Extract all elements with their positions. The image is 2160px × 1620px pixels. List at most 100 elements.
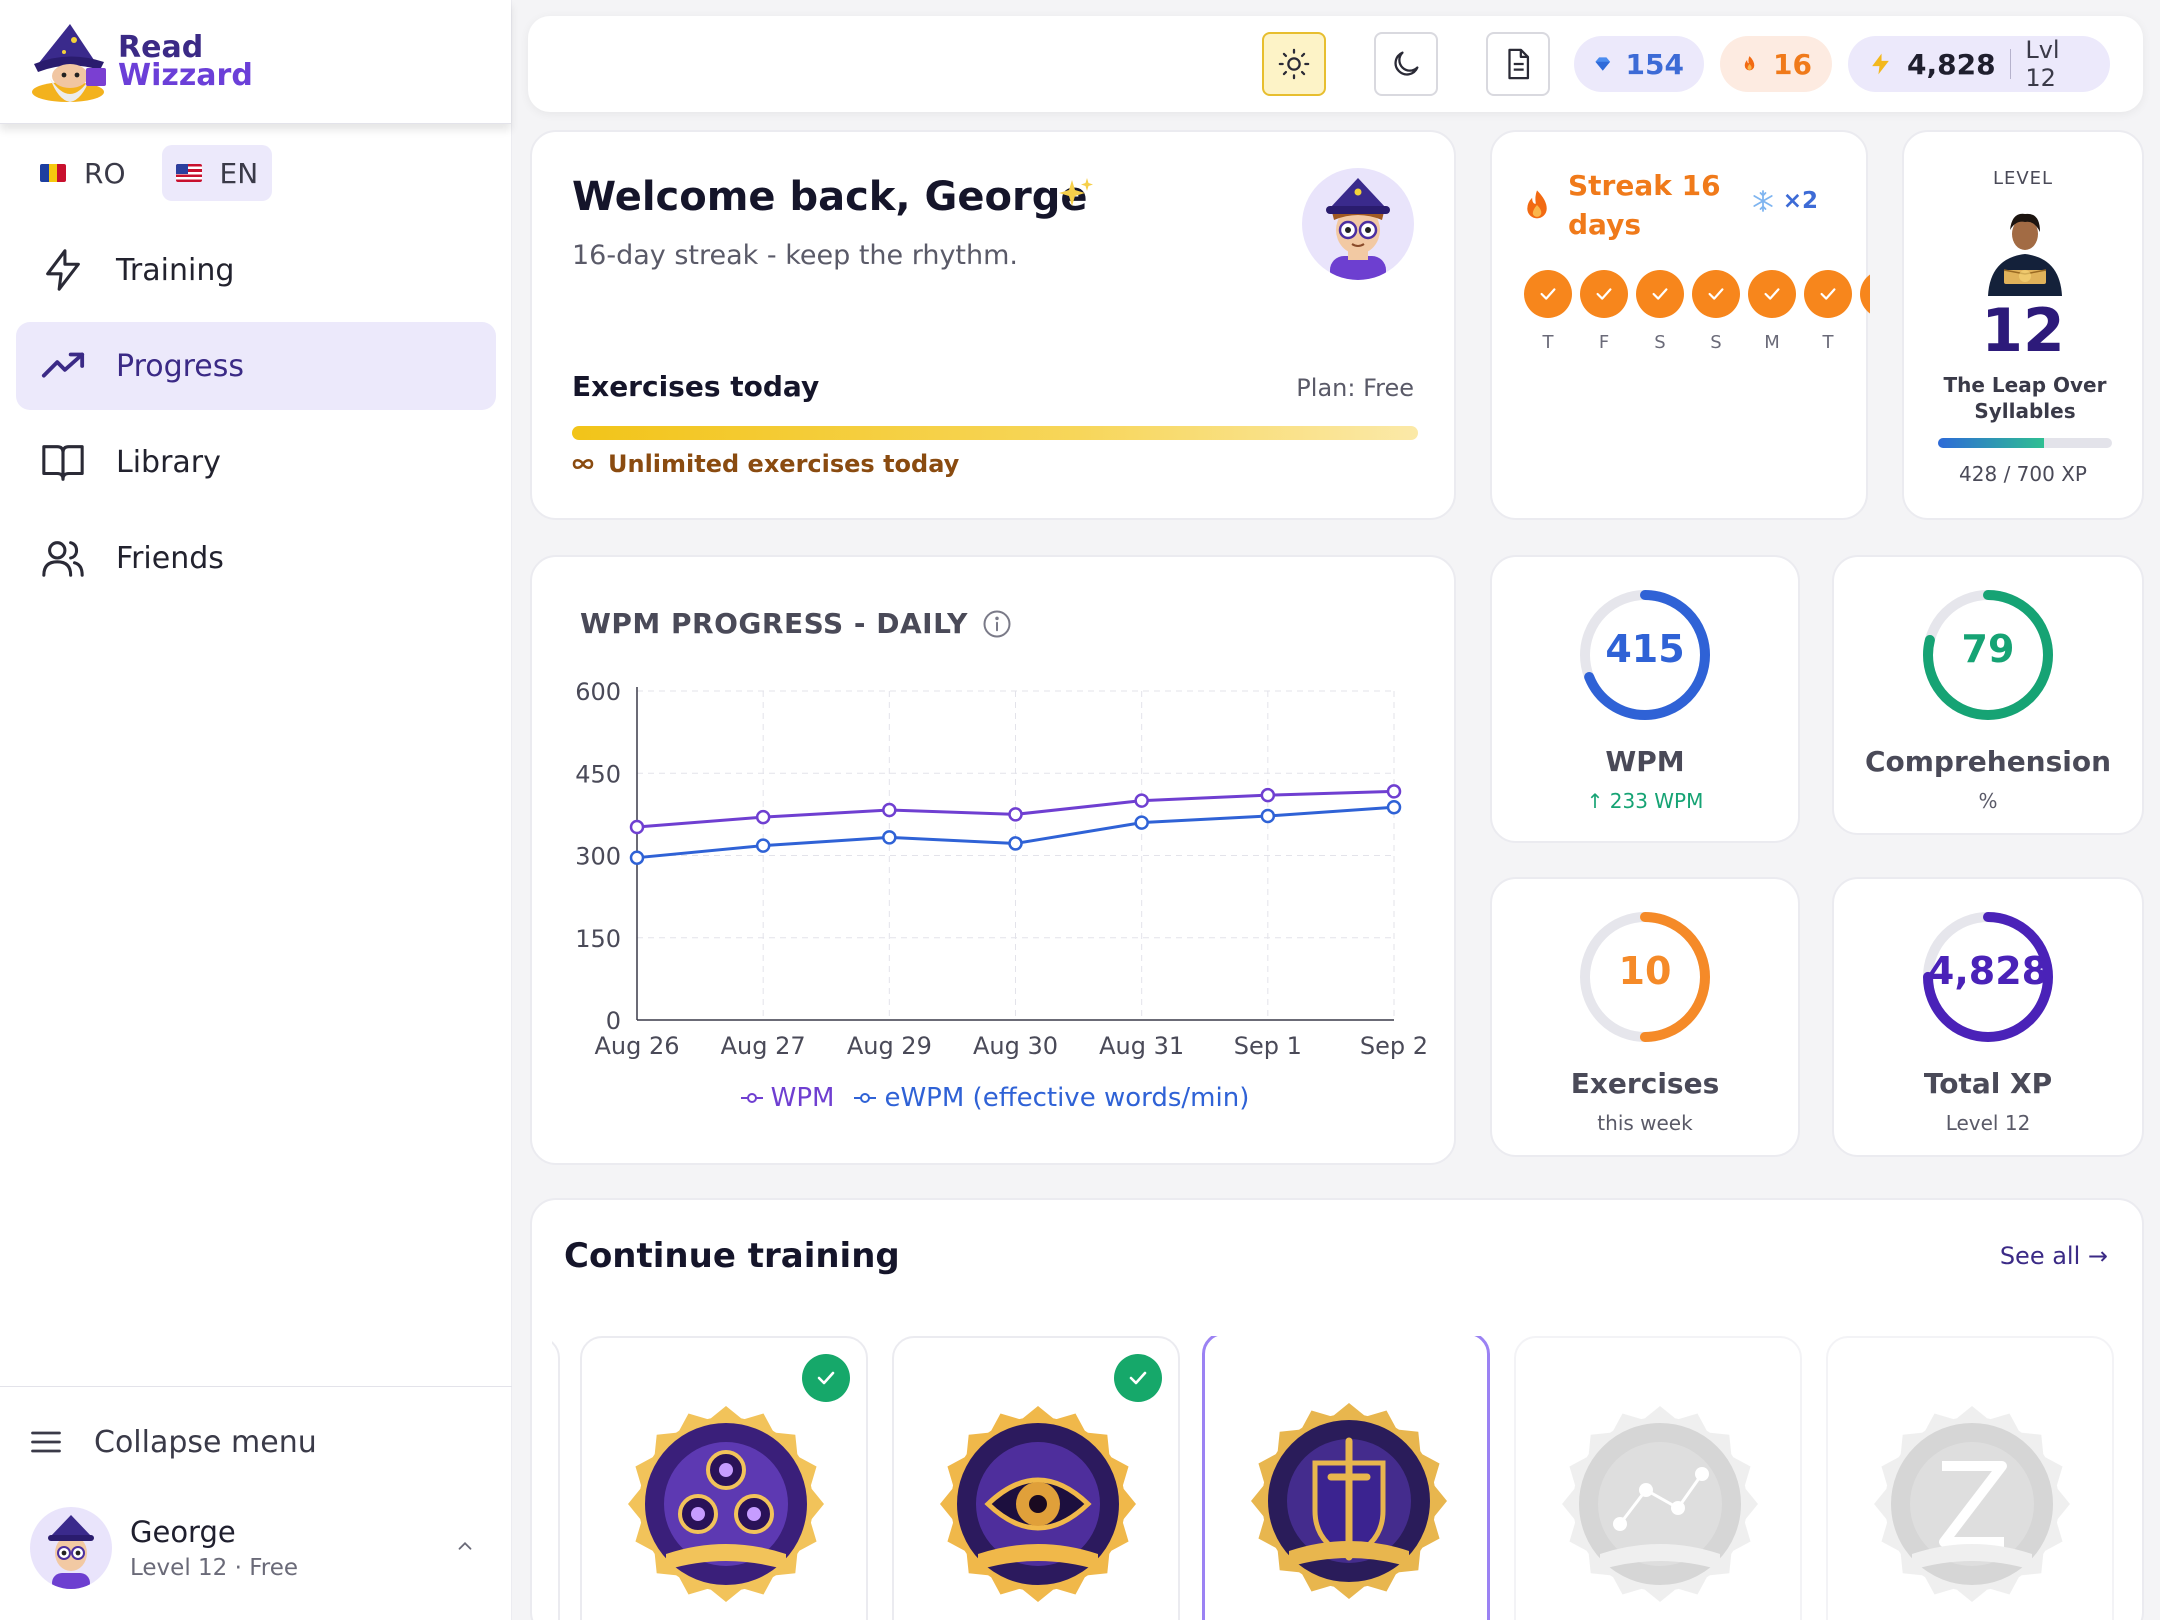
- snowflake-icon: [1753, 190, 1773, 212]
- streak-title: Streak 16 days: [1568, 169, 1721, 242]
- document-icon: [1508, 48, 1530, 80]
- exercises-label: Exercises: [1570, 1067, 1720, 1100]
- streak-day: S: [1636, 270, 1684, 353]
- xp-counter[interactable]: 4,828 Lvl 12: [1848, 36, 2110, 92]
- exercise-tile-4[interactable]: [1514, 1336, 1802, 1620]
- chevron-up-icon[interactable]: [454, 1535, 476, 1557]
- check-icon: [1764, 288, 1780, 300]
- data-point-wpm: [882, 802, 897, 818]
- comprehension-stat-card[interactable]: 79 Comprehension %: [1832, 555, 2144, 835]
- scholar-portrait-icon: [1988, 213, 2062, 296]
- welcome-subtitle: 16-day streak - keep the rhythm.: [572, 240, 1019, 271]
- nav-item-friends[interactable]: Friends: [16, 514, 496, 602]
- nav-item-label: Library: [116, 444, 221, 480]
- streak-freeze-badge[interactable]: ×2: [1751, 188, 1818, 214]
- streak-day-check: [1636, 270, 1684, 318]
- streak-day-check: [1748, 270, 1796, 318]
- exercises-value: 10: [1618, 949, 1672, 993]
- infinity-icon: [572, 458, 594, 470]
- check-icon: [1652, 288, 1668, 300]
- streak-day-check: [1580, 270, 1628, 318]
- lang-en-button[interactable]: EN: [161, 145, 273, 201]
- gems-counter[interactable]: 154: [1574, 36, 1704, 92]
- diamond-icon: [1595, 57, 1611, 71]
- data-point-ewpm: [629, 850, 645, 865]
- user-name: George: [130, 1515, 236, 1549]
- romania-flag-icon: [40, 164, 66, 182]
- streak-day-label: T: [1822, 332, 1834, 353]
- level-xp-fill: [1938, 438, 2045, 448]
- wpm-stat-card[interactable]: 415 WPM ↑ 233 WPM: [1490, 555, 1800, 843]
- y-tick-label: 0: [606, 1007, 621, 1035]
- main-nav: Training Progress Library Friends: [16, 226, 496, 610]
- nav-item-library[interactable]: Library: [16, 418, 496, 506]
- exercises-stat-card[interactable]: 10 Exercises this week: [1490, 877, 1800, 1157]
- streak-day-label: S: [1710, 332, 1722, 353]
- nav-item-label: Progress: [116, 348, 245, 384]
- continue-training-card: Continue training See all →: [530, 1198, 2144, 1620]
- nav-item-training[interactable]: Training: [16, 226, 496, 314]
- level-card[interactable]: LEVEL 12 The Leap Over Syllables 428 / 7…: [1902, 130, 2144, 520]
- welcome-title: Welcome back, George: [572, 174, 1088, 220]
- streak-day-check: [1804, 270, 1852, 318]
- wpm-delta: ↑ 233 WPM: [1586, 789, 1704, 813]
- completed-badge: [1114, 1354, 1162, 1402]
- data-point-ewpm: [755, 838, 771, 853]
- y-tick-label: 450: [575, 760, 621, 788]
- avatar: [1302, 168, 1414, 280]
- streak-day-label: T: [1542, 332, 1554, 353]
- dark-theme-button[interactable]: [1374, 32, 1438, 96]
- y-tick-label: 150: [575, 925, 621, 953]
- collapse-menu-button[interactable]: Collapse menu: [0, 1397, 512, 1487]
- streak-counter[interactable]: 16: [1720, 36, 1832, 92]
- streak-count: 16: [1773, 47, 1812, 81]
- data-point-ewpm: [1134, 815, 1149, 830]
- streak-card: Streak 16 days ×2 T F S S M T W: [1490, 130, 1870, 520]
- wizard-logo-icon[interactable]: [24, 20, 116, 104]
- user-menu[interactable]: George Level 12 · Free: [0, 1507, 512, 1589]
- exercise-tile-5[interactable]: [1826, 1336, 2114, 1620]
- zigzag-emblem-icon: [1874, 1406, 2070, 1602]
- exercise-tile-2[interactable]: [892, 1336, 1180, 1620]
- x-tick-label: Aug 27: [721, 1032, 806, 1060]
- streak-day-check: [1524, 270, 1572, 318]
- total-xp-stat-card[interactable]: 4,828 Total XP Level 12: [1832, 877, 2144, 1157]
- data-point-ewpm: [1008, 836, 1023, 851]
- data-point-wpm: [629, 819, 645, 835]
- data-point-wpm: [1134, 793, 1149, 808]
- xp-count: 4,828: [1907, 47, 1996, 81]
- lightning-icon: [46, 249, 80, 291]
- eye-emblem-icon: [940, 1406, 1136, 1602]
- x-tick-label: Sep 1: [1234, 1032, 1302, 1060]
- nav-item-label: Friends: [116, 540, 224, 576]
- logo-bar: Read Wizzard: [0, 0, 511, 124]
- data-point-wpm: [1008, 807, 1023, 822]
- document-button[interactable]: [1486, 32, 1550, 96]
- brand-name[interactable]: Read Wizzard: [118, 33, 253, 90]
- collapse-menu-label: Collapse menu: [94, 1424, 317, 1460]
- nav-item-progress[interactable]: Progress: [16, 322, 496, 410]
- lang-en-label: EN: [219, 156, 259, 190]
- constellation-emblem-icon: [1562, 1406, 1758, 1602]
- x-tick-label: Aug 29: [847, 1032, 932, 1060]
- info-icon[interactable]: [982, 609, 1012, 639]
- see-all-link[interactable]: See all →: [2000, 1242, 2108, 1270]
- streak-day-label: S: [1654, 332, 1666, 353]
- wizard-avatar-icon: [1326, 178, 1390, 280]
- legend-item-ewpm[interactable]: eWPM (effective words/min): [854, 1083, 1249, 1113]
- y-tick-label: 600: [575, 678, 621, 706]
- check-icon: [817, 1371, 835, 1385]
- plan-label: Plan: Free: [1296, 374, 1414, 402]
- exercise-tile-1[interactable]: [580, 1336, 868, 1620]
- exercise-tile-3[interactable]: [1202, 1336, 1490, 1620]
- light-theme-button[interactable]: [1262, 32, 1326, 96]
- comprehension-value: 79: [1961, 627, 2015, 671]
- legend-label: eWPM (effective words/min): [884, 1083, 1250, 1113]
- lang-ro-button[interactable]: RO: [26, 145, 140, 201]
- continue-training-title: Continue training: [564, 1236, 900, 1276]
- fire-icon: [1744, 56, 1755, 71]
- exercise-tile-partial[interactable]: [552, 1336, 560, 1620]
- legend-item-wpm[interactable]: WPM: [740, 1083, 834, 1113]
- level-caption: LEVEL: [1992, 168, 2054, 189]
- streak-day-check: [1860, 270, 1870, 318]
